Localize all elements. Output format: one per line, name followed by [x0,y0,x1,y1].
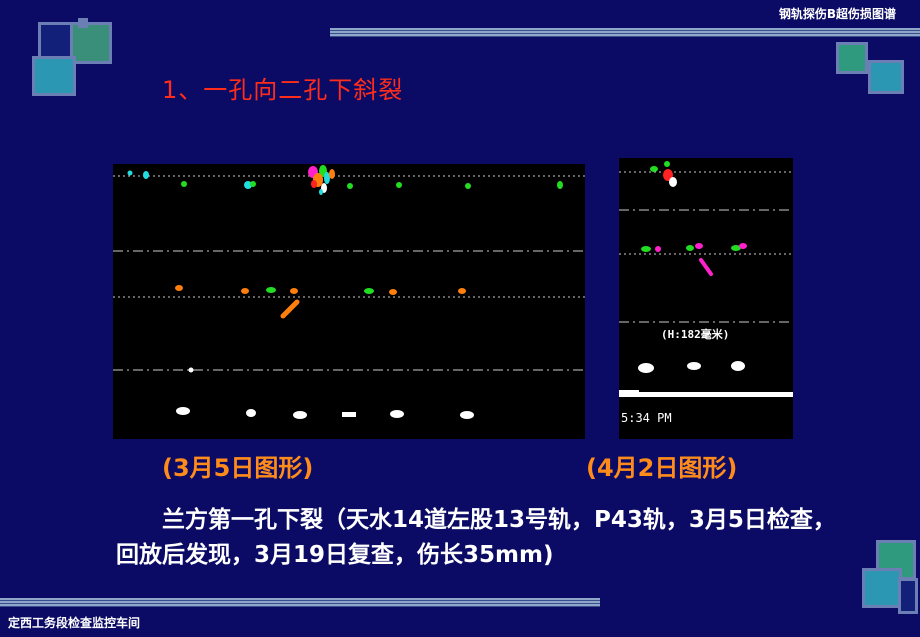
decor-square [862,568,902,608]
decor-square [868,60,904,94]
slide-title: 1、一孔向二孔下斜裂 [162,76,404,104]
caption-april2: (4月2日图形) [586,454,738,482]
bscan-graphic [619,161,793,397]
caption-march5: (3月5日图形) [162,454,314,482]
description-text: 兰方第一孔下裂（天水14道左股13号轨，P43轨，3月5日检查，回放后发现，3月… [116,507,836,568]
time-label: 5:34 PM [621,411,672,425]
bscan-image-april2: (H:182毫米) 5:34 PM [619,158,793,439]
header-rule [330,28,920,37]
footer-rule [0,598,600,607]
header-title: 钢轨探伤B超伤损图谱 [778,7,896,21]
footer-text: 定西工务段检查监控车间 [8,616,141,630]
bscan-graphic [113,165,585,419]
decor-square [78,18,88,28]
decor-square [898,578,918,614]
decor-square [70,22,112,64]
depth-label: (H:182毫米) [661,328,730,341]
bscan-image-march5 [113,164,585,439]
decor-square [836,42,868,74]
decor-square [32,56,76,96]
